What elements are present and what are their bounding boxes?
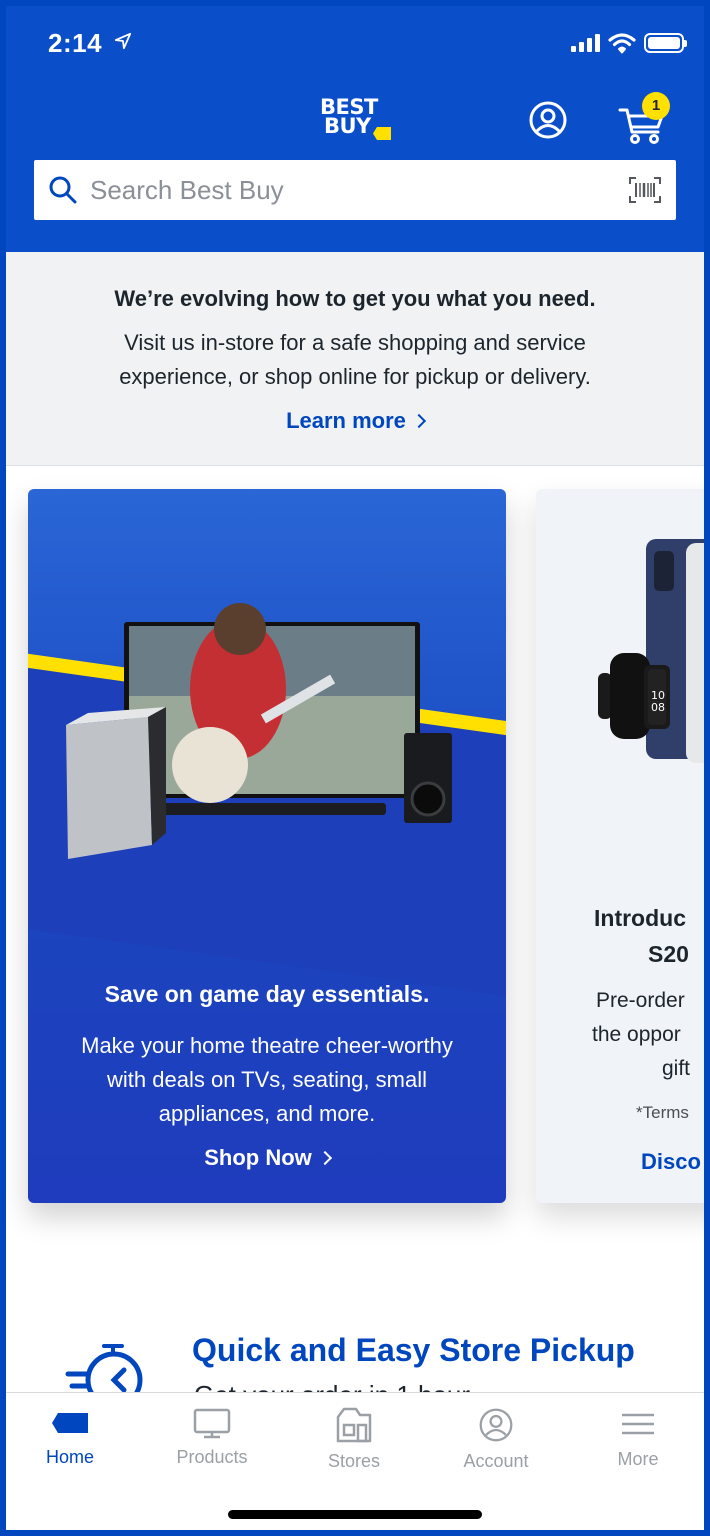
svg-text:08: 08 [651, 701, 665, 714]
status-bar-time: 2:14 [48, 28, 132, 59]
tab-label: Products [176, 1447, 248, 1467]
monitor-icon [193, 1408, 231, 1439]
shop-now-label: Shop Now [204, 1145, 312, 1170]
tab-label: Account [463, 1451, 529, 1471]
promo-body-line2: the oppor [592, 1023, 681, 1046]
promo-body-line1: Pre-order [596, 989, 685, 1012]
chevron-right-icon [317, 1150, 332, 1166]
notice-title: We’re evolving how to get you what you n… [114, 286, 596, 311]
promo-card-game-day[interactable]: Save on game day essentials. Make your h… [28, 489, 506, 1203]
chevron-right-icon [411, 413, 426, 429]
tab-account[interactable]: Account [436, 1407, 556, 1472]
app-screen: 2:14 BEST BUY 1 Search Best Buy We’re ev… [6, 6, 704, 1530]
tab-home[interactable]: Home [10, 1407, 130, 1468]
store-notice-banner: We’re evolving how to get you what you n… [6, 252, 704, 466]
best-buy-logo[interactable]: BEST BUY [320, 97, 392, 148]
tab-label: More [617, 1449, 659, 1469]
phone-and-fitness-band-image: 10 08 [598, 539, 704, 763]
cart-count-badge: 1 [642, 92, 670, 120]
wifi-icon [608, 33, 636, 54]
pickup-title: Quick and Easy Store Pickup [192, 1332, 635, 1368]
learn-more-link[interactable]: Learn more [286, 408, 426, 434]
discover-link[interactable]: Disco [641, 1149, 701, 1175]
tab-products[interactable]: Products [152, 1407, 272, 1468]
location-arrow-icon [114, 32, 131, 50]
promo-body-line3: gift [662, 1057, 691, 1080]
search-input[interactable] [90, 174, 610, 206]
tab-more[interactable]: More [578, 1407, 698, 1470]
account-icon[interactable] [528, 100, 568, 140]
notice-body: Visit us in-store for a safe shopping an… [119, 330, 591, 389]
search-bar[interactable] [34, 160, 676, 220]
promo-title-line2: S20 [648, 941, 689, 967]
home-tag-icon [52, 1413, 88, 1433]
app-header: 2:14 BEST BUY 1 Search Best Buy [6, 6, 704, 252]
shop-now-link[interactable]: Shop Now [28, 1145, 506, 1171]
cellular-signal-icon [571, 34, 600, 52]
home-indicator[interactable] [228, 1510, 482, 1519]
tab-label: Home [45, 1447, 94, 1467]
home-theatre-products-image [66, 603, 452, 859]
learn-more-label: Learn more [286, 408, 406, 433]
promo-terms: *Terms [636, 1103, 689, 1122]
promo-card-galaxy-s20[interactable]: 10 08 Introduc S20 Pre-order the oppor g… [536, 489, 704, 1203]
status-icons [571, 32, 687, 54]
barcode-scan-icon[interactable] [628, 176, 662, 204]
search-icon [49, 176, 77, 204]
tab-stores[interactable]: Stores [294, 1407, 414, 1472]
promo-body: Make your home theatre cheer-worthy with… [81, 1033, 453, 1126]
promo-title: Save on game day essentials. [104, 981, 430, 1007]
menu-icon [622, 1413, 654, 1435]
time-text: 2:14 [48, 28, 103, 58]
promo-title-line1: Introduc [594, 905, 686, 931]
tab-label: Stores [327, 1451, 381, 1471]
store-icon [336, 1407, 372, 1443]
battery-icon [644, 33, 687, 53]
account-icon [479, 1408, 513, 1442]
